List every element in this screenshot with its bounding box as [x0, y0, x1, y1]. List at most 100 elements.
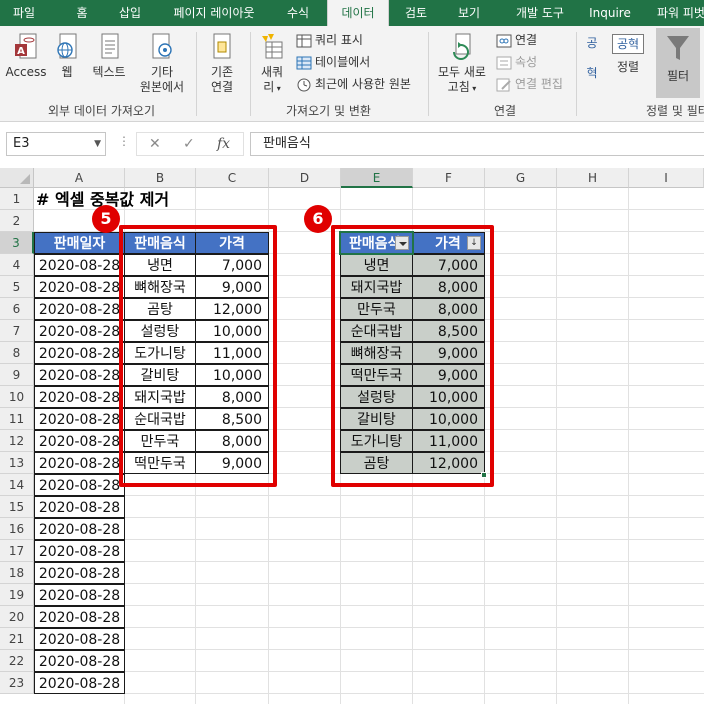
row-header[interactable]: 14 — [0, 474, 34, 496]
confirm-icon[interactable]: ✓ — [183, 136, 195, 152]
row-header[interactable]: 15 — [0, 496, 34, 518]
properties-button[interactable]: 속성 — [496, 52, 537, 72]
row-header[interactable]: 19 — [0, 584, 34, 606]
formula-input[interactable]: 판매음식 — [250, 132, 704, 156]
group-separator — [576, 32, 577, 116]
tab-developer[interactable]: 개발 도구 — [502, 0, 578, 26]
row-header[interactable]: 21 — [0, 628, 34, 650]
date-cell[interactable]: 2020-08-28 — [34, 342, 125, 364]
row-header[interactable]: 2 — [0, 210, 34, 232]
date-cell[interactable]: 2020-08-28 — [34, 650, 125, 672]
column-header-i[interactable]: I — [629, 168, 704, 188]
row-header[interactable]: 18 — [0, 562, 34, 584]
cancel-icon[interactable]: ✕ — [149, 136, 161, 152]
more-options-icon[interactable]: ⋮ — [118, 134, 131, 148]
connections-button[interactable]: 연결 — [496, 30, 537, 50]
date-cell[interactable]: 2020-08-28 — [34, 320, 125, 342]
row-header[interactable]: 7 — [0, 320, 34, 342]
date-cell[interactable]: 2020-08-28 — [34, 408, 125, 430]
row-header[interactable]: 22 — [0, 650, 34, 672]
recent-sources-button[interactable]: 최근에 사용한 원본 — [296, 74, 411, 94]
column-header-g[interactable]: G — [485, 168, 557, 188]
date-cell[interactable]: 2020-08-28 — [34, 430, 125, 452]
column-header-c[interactable]: C — [196, 168, 269, 188]
tab-formulas[interactable]: 수식 — [278, 0, 318, 26]
edit-links-button[interactable]: 연결 편집 — [496, 74, 563, 94]
row-header[interactable]: 12 — [0, 430, 34, 452]
column-header-d[interactable]: D — [269, 168, 341, 188]
date-cell[interactable]: 2020-08-28 — [34, 386, 125, 408]
date-cell[interactable]: 2020-08-28 — [34, 562, 125, 584]
date-cell[interactable]: 2020-08-28 — [34, 254, 125, 276]
date-cell[interactable]: 2020-08-28 — [34, 518, 125, 540]
row-header[interactable]: 23 — [0, 672, 34, 694]
show-queries-button[interactable]: 쿼리 표시 — [296, 30, 363, 50]
date-cell[interactable]: 2020-08-28 — [34, 364, 125, 386]
table-a-header[interactable]: 판매일자 — [34, 232, 125, 254]
date-cell[interactable]: 2020-08-28 — [34, 584, 125, 606]
row-header[interactable]: 20 — [0, 606, 34, 628]
tab-page-layout[interactable]: 페이지 레이아웃 — [158, 0, 270, 26]
row-header[interactable]: 13 — [0, 452, 34, 474]
date-cell[interactable]: 2020-08-28 — [34, 298, 125, 320]
row-header[interactable]: 17 — [0, 540, 34, 562]
tab-data[interactable]: 데이터 — [327, 0, 389, 27]
text-button[interactable]: 텍스트 — [86, 32, 132, 80]
row-header[interactable]: 4 — [0, 254, 34, 276]
show-queries-label: 쿼리 표시 — [315, 33, 363, 47]
date-cell[interactable]: 2020-08-28 — [34, 452, 125, 474]
sort-ascending-button[interactable]: 공 — [582, 36, 602, 51]
row-header[interactable]: 10 — [0, 386, 34, 408]
row-header[interactable]: 11 — [0, 408, 34, 430]
row-header[interactable]: 16 — [0, 518, 34, 540]
tab-home[interactable]: 홈 — [62, 0, 102, 26]
row-header[interactable]: 8 — [0, 342, 34, 364]
chevron-down-icon[interactable]: ▼ — [94, 133, 101, 155]
row-header[interactable]: 6 — [0, 298, 34, 320]
web-button[interactable]: 웹 — [52, 32, 82, 80]
access-button[interactable]: A Access — [4, 32, 48, 80]
column-header-a[interactable]: A — [34, 168, 125, 188]
insert-function-icon[interactable]: fx — [217, 136, 230, 152]
tab-view[interactable]: 보기 — [446, 0, 492, 26]
access-label: Access — [5, 65, 47, 79]
refresh-all-button[interactable]: 모두 새로 고침 ▾ — [434, 32, 490, 96]
date-cell[interactable]: 2020-08-28 — [34, 606, 125, 628]
date-cell[interactable]: 2020-08-28 — [34, 276, 125, 298]
select-all-corner[interactable] — [0, 168, 34, 188]
other-sources-button[interactable]: 기타 원본에서 — [134, 32, 190, 95]
row-header[interactable]: 3 — [0, 232, 34, 254]
tab-power-pivot[interactable]: 파워 피벗 — [646, 0, 704, 26]
sort-button[interactable]: 공혁 정렬 — [608, 34, 648, 75]
tab-insert[interactable]: 삽입 — [110, 0, 150, 26]
filter-button[interactable]: 필터 — [656, 28, 700, 98]
existing-connections-button[interactable]: 기존 연결 — [200, 32, 244, 95]
tab-inquire[interactable]: Inquire — [584, 0, 636, 26]
tab-file[interactable]: 파일 — [4, 0, 44, 26]
column-header-f[interactable]: F — [413, 168, 485, 188]
column-header-b[interactable]: B — [125, 168, 196, 188]
column-header-h[interactable]: H — [557, 168, 629, 188]
date-cell[interactable]: 2020-08-28 — [34, 672, 125, 694]
group-connections-label: 연결 — [494, 104, 517, 118]
from-table-button[interactable]: 테이블에서 — [296, 52, 370, 72]
query-table-icon — [296, 34, 312, 47]
date-cell[interactable]: 2020-08-28 — [34, 496, 125, 518]
row-header[interactable]: 9 — [0, 364, 34, 386]
sort-label: 정렬 — [616, 60, 640, 74]
new-query-button[interactable]: 새쿼 리 ▾ — [254, 32, 290, 96]
tab-review[interactable]: 검토 — [395, 0, 437, 26]
group-separator — [196, 32, 197, 116]
refresh-label-2: 고침 — [447, 80, 470, 94]
date-cell[interactable]: 2020-08-28 — [34, 474, 125, 496]
name-box[interactable]: E3 ▼ — [6, 132, 106, 156]
gridline — [34, 583, 704, 584]
row-header[interactable]: 5 — [0, 276, 34, 298]
sort-descending-button[interactable]: 혁 — [582, 66, 602, 81]
date-cell[interactable]: 2020-08-28 — [34, 628, 125, 650]
date-cell[interactable]: 2020-08-28 — [34, 540, 125, 562]
existing-connections-icon — [213, 33, 231, 59]
column-header-e[interactable]: E — [341, 168, 413, 188]
other-sources-label-1: 기타 — [150, 65, 174, 79]
row-header[interactable]: 1 — [0, 188, 34, 210]
